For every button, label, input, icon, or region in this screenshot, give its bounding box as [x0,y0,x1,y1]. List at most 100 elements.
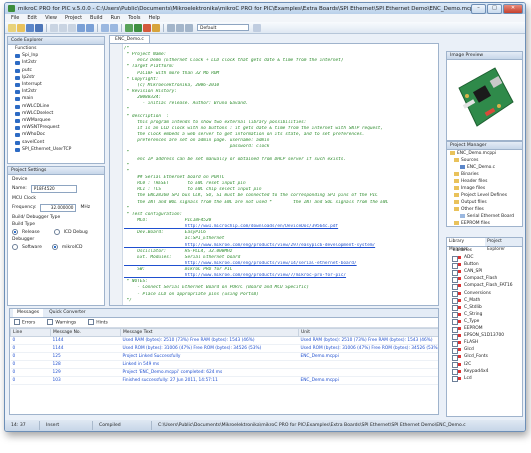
warnings-filter[interactable]: Warnings [47,319,76,326]
function-item[interactable]: SPI_Ethernet_UserTCP [8,146,104,153]
software-radio[interactable] [12,244,18,250]
library-item[interactable]: C_Stdlib [447,304,522,312]
hints-filter[interactable]: Hints [88,319,108,326]
pm-item[interactable]: Serial Ethernet Board [447,213,522,220]
help-icon[interactable] [253,23,261,32]
function-item[interactable]: Int2str [8,59,104,66]
build-config-combo[interactable]: Default [197,24,249,31]
pm-item[interactable]: ENC_Demo.c [447,164,522,171]
tab-enc-demo[interactable]: ENC_Demo.c [109,35,150,43]
library-item[interactable]: Button [447,261,522,269]
library-item[interactable]: ADC [447,254,522,262]
minimize-button[interactable]: – [471,4,486,14]
pm-item[interactable]: EEPROM files [447,220,522,226]
functions-node[interactable]: Functions [8,45,104,52]
library-item[interactable]: EPSON_S1D13700 [447,332,522,340]
pm-item[interactable]: Image files [447,185,522,192]
column-message-no[interactable]: Message No. [50,328,121,337]
column-unit[interactable]: Unit [298,328,438,337]
library-item[interactable]: Lcd [447,375,522,383]
hints-checkbox[interactable] [88,319,95,326]
library-item[interactable]: Glcd [447,346,522,354]
function-item[interactable]: mWhoDoc [8,131,104,138]
release-radio[interactable] [12,229,18,235]
function-item[interactable]: Interrupt [8,81,104,88]
function-item[interactable]: Spi_Inp [8,52,104,59]
pm-item[interactable]: Binaries [447,171,522,178]
tab-messages[interactable]: Messages [13,309,44,317]
warnings-checkbox[interactable] [47,319,54,326]
library-item[interactable]: CAN_SPI [447,268,522,276]
save-all-icon[interactable] [35,23,43,32]
function-item[interactable]: putc [8,67,104,74]
frequency-input[interactable]: 32.000000 [40,203,77,212]
find-icon[interactable] [101,23,109,32]
libraries-root[interactable]: Libraries [447,247,522,254]
message-row[interactable]: 0 129 Project 'ENC_Demo.mcppi' completed: … [10,368,438,377]
library-item[interactable]: Keypad4x4 [447,368,522,376]
project-root[interactable]: ENC_Demo.mcppi [447,150,522,157]
pm-item[interactable]: Output files [447,199,522,206]
errors-checkbox[interactable] [14,319,20,326]
function-item[interactable]: Ip2str [8,74,104,81]
library-item[interactable]: EEPROM [447,325,522,333]
library-item[interactable]: C_String [447,311,522,319]
menu-view[interactable]: View [45,14,57,22]
device-name-combo[interactable]: P18F4520 [30,184,77,193]
pm-item[interactable]: Sources [447,157,522,164]
message-row[interactable]: 0 103 Finished successfully: 27 Jun 2011, … [10,376,438,385]
replace-icon[interactable] [110,23,118,32]
library-item[interactable]: I2C [447,361,522,368]
redo-icon[interactable] [86,23,94,32]
function-item[interactable]: mWLCDLine [8,103,104,110]
pm-item[interactable]: Header files [447,178,522,185]
errors-filter[interactable]: Errors [14,319,35,326]
pm-item[interactable]: Other files [447,206,522,213]
new-file-icon[interactable] [8,23,16,32]
menu-edit[interactable]: Edit [27,14,37,22]
library-item[interactable]: Glcd_Fonts [447,353,522,361]
column-line[interactable]: Line [10,328,51,337]
code-editor[interactable]: /* * Project Name: enc3 Demo (Ethernet C… [109,43,439,306]
build-all-icon[interactable] [134,23,142,32]
ascii-chart-icon[interactable] [176,23,184,32]
library-item[interactable]: C_Type [447,318,522,326]
library-item[interactable]: Conversions [447,290,522,298]
mikroicd-radio[interactable] [51,244,58,250]
maximize-button[interactable]: □ [487,4,502,14]
cut-icon[interactable] [50,23,58,32]
options-icon[interactable] [167,23,175,32]
undo-icon[interactable] [77,23,85,32]
message-row[interactable]: 0 125 Project Linked Successfully ENC_Demo.… [10,352,438,361]
lcd-designer-icon[interactable] [185,23,193,32]
tab-project-explorer[interactable]: Project Explorer [485,238,522,252]
menu-project[interactable]: Project [65,14,82,22]
menu-build[interactable]: Build [90,14,103,22]
debug-icon[interactable] [152,23,160,32]
menu-run[interactable]: Run [111,14,121,22]
save-icon[interactable] [26,23,34,32]
menu-file[interactable]: File [11,14,19,22]
message-row[interactable]: 0 1144 Used ROM (bytes): 31006 (47%) Free … [10,344,438,353]
column-message-text[interactable]: Message Text [120,328,299,337]
function-item[interactable]: savelCont [8,139,104,146]
build-icon[interactable] [125,23,133,32]
function-item[interactable]: Int2str [8,88,104,95]
library-item[interactable]: FLASH [447,339,522,347]
function-item[interactable]: mWMarquee [8,117,104,124]
pm-item[interactable]: Project Level Defines [447,192,522,199]
tab-quick-converter[interactable]: Quick Converter [45,309,90,317]
library-item[interactable]: C_Math [447,297,522,305]
message-row[interactable]: 0 128 Linked in 549 ms [10,360,438,369]
function-item[interactable]: main [8,95,104,102]
message-row[interactable]: 0 1144 Used RAM (bytes): 2510 (73%) Free R… [10,336,438,345]
icd-debug-radio[interactable] [53,229,60,235]
open-folder-icon[interactable] [17,23,25,32]
program-icon[interactable] [143,23,151,32]
menu-tools[interactable]: Tools [128,14,140,22]
tab-library-manager[interactable]: Library Manager [447,238,486,252]
close-button[interactable]: ✕ [503,4,523,14]
library-item[interactable]: Compact_Flash [447,275,522,283]
menu-help[interactable]: Help [149,14,160,22]
copy-icon[interactable] [59,23,67,32]
